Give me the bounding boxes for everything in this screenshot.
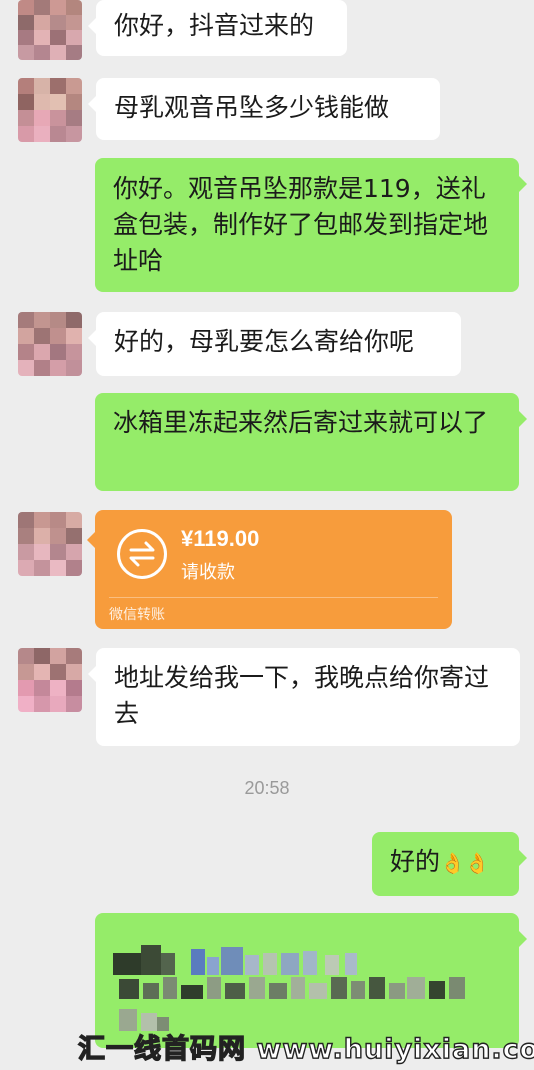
chat-timestamp: 20:58 bbox=[244, 778, 290, 798]
received-message[interactable]: 地址发给我一下，我晚点给你寄过去 bbox=[88, 648, 520, 746]
transfer-amount: ¥119.00 bbox=[181, 526, 260, 551]
contact-avatar[interactable] bbox=[18, 78, 82, 142]
censored-content bbox=[95, 913, 519, 1048]
sent-message[interactable]: 冰箱里冻起来然后寄过来就可以了 bbox=[95, 393, 527, 491]
message-text: 你好，抖音过来的 bbox=[114, 11, 315, 40]
watermark-text: 汇一线首码网 www.huiyixian.com bbox=[77, 1033, 534, 1065]
message-text: 母乳观音吊坠多少钱能做 bbox=[114, 93, 390, 122]
contact-avatar[interactable] bbox=[18, 312, 82, 376]
received-message[interactable]: 母乳观音吊坠多少钱能做 bbox=[88, 78, 440, 140]
message-text: 地址发给我一下，我晚点给你寄过去 bbox=[114, 663, 490, 728]
message-text: 好的 bbox=[390, 847, 441, 876]
transfer-status: 请收款 bbox=[181, 562, 235, 583]
message-text: 好的，母乳要怎么寄给你呢 bbox=[114, 327, 415, 356]
received-message[interactable]: 你好，抖音过来的 bbox=[88, 0, 347, 56]
exchange-arrows-icon bbox=[117, 529, 167, 579]
contact-avatar[interactable] bbox=[18, 0, 82, 60]
divider bbox=[109, 597, 438, 598]
sent-message-censored[interactable] bbox=[95, 913, 527, 1048]
message-text: 冰箱里冻起来然后寄过来就可以了 bbox=[113, 408, 489, 437]
transfer-footer-label: 微信转账 bbox=[109, 607, 165, 623]
sent-message[interactable]: 好的👌👌 bbox=[372, 832, 527, 896]
wechat-transfer-card[interactable]: ¥119.00 请收款 微信转账 bbox=[87, 510, 452, 629]
message-text: 你好。观音吊坠那款是119，送礼盒包装，制作好了包邮发到指定地址哈 bbox=[113, 174, 489, 275]
contact-avatar[interactable] bbox=[18, 648, 82, 712]
contact-avatar[interactable] bbox=[18, 512, 82, 576]
received-message[interactable]: 好的，母乳要怎么寄给你呢 bbox=[88, 312, 461, 376]
ok-hand-emoji-icon: 👌👌 bbox=[440, 851, 490, 875]
sent-message[interactable]: 你好。观音吊坠那款是119，送礼盒包装，制作好了包邮发到指定地址哈 bbox=[95, 158, 527, 292]
